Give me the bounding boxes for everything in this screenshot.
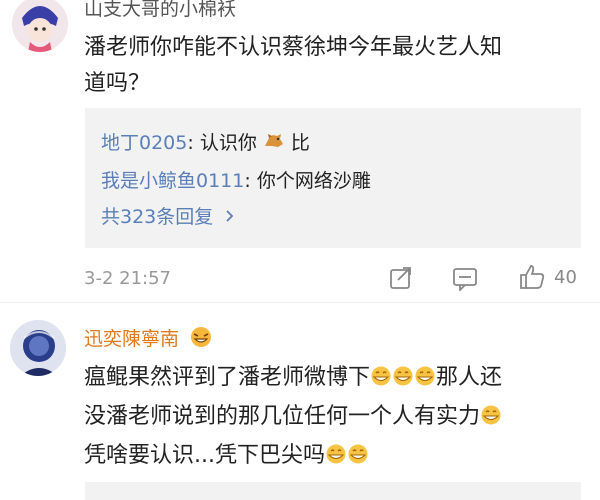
username[interactable]: 迅奕陳寧南 — [84, 324, 213, 353]
more-replies-label: 共323条回复 — [101, 206, 214, 228]
thumbs-up-icon — [520, 265, 545, 289]
comment-time: 3-2 21:57 — [84, 268, 171, 289]
grin-emoji-icon — [189, 326, 213, 353]
comment-button[interactable] — [452, 265, 478, 295]
reply-username[interactable]: 地丁0205 — [101, 132, 187, 154]
reply-text: 比 — [290, 132, 310, 154]
comment-text-segment: 瘟鲲果然评到了潘老师微博下 — [84, 365, 371, 390]
avatar[interactable] — [12, 0, 68, 52]
repost-button[interactable] — [388, 265, 414, 295]
grin-emoji-icon — [392, 363, 414, 399]
comment-text-segment: 那人还 — [436, 365, 503, 390]
reply-text: 认识你 — [199, 132, 257, 154]
share-icon — [390, 267, 411, 289]
comment-icon — [453, 268, 477, 293]
chevron-right-icon — [225, 206, 235, 228]
reply-colon: : — [244, 170, 257, 192]
username-label: 迅奕陳寧南 — [84, 328, 180, 350]
comment-text-segment: 凭啥要认识...凭下巴尖吗 — [84, 443, 325, 468]
comment-text-line: 瘟鲲果然评到了潘老师微博下 那人还 — [84, 360, 594, 399]
grin-emoji-icon — [347, 441, 369, 477]
reply-colon: : — [187, 132, 200, 154]
horse-emoji-icon — [263, 132, 285, 157]
reply-text: 你个网络沙雕 — [256, 170, 371, 192]
comment-text-segment: 没潘老师说到的那几位任何一个人有实力 — [84, 404, 481, 429]
comment-text: 潘老师你咋能不认识蔡徐坤今年最火艺人知 道吗？ — [84, 30, 584, 102]
comment-text-line: 凭啥要认识...凭下巴尖吗 — [84, 438, 594, 477]
divider — [0, 302, 600, 303]
comment-item: 迅奕陳寧南 瘟鲲果然评到了潘老师微博下 那人还 没潘老师说到的那几位任何一个人有实… — [0, 310, 600, 500]
comment-text-line: 没潘老师说到的那几位任何一个人有实力 — [84, 399, 594, 438]
reply-box-partial[interactable] — [85, 482, 581, 500]
reply-item: 我是小鲸鱼0111: 你个网络沙雕 — [101, 166, 371, 193]
replies-box[interactable]: 地丁0205: 认识你 比 我是小鲸鱼0111: 你个网络沙雕 共323条回复 — [85, 108, 581, 248]
reply-username[interactable]: 我是小鲸鱼0111 — [101, 170, 244, 192]
like-count: 40 — [554, 266, 577, 288]
more-replies-link[interactable]: 共323条回复 — [101, 202, 235, 229]
grin-emoji-icon — [370, 363, 392, 399]
comment-text: 瘟鲲果然评到了潘老师微博下 那人还 没潘老师说到的那几位任何一个人有实力 凭啥要认… — [84, 360, 594, 477]
grin-emoji-icon — [325, 441, 347, 477]
reply-item: 地丁0205: 认识你 比 — [101, 128, 310, 157]
comment-text-line: 潘老师你咋能不认识蔡徐坤今年最火艺人知 — [84, 35, 503, 60]
like-button[interactable]: 40 — [518, 263, 577, 291]
avatar[interactable] — [10, 320, 66, 376]
comment-item: 山支大哥的小棉袄 潘老师你咋能不认识蔡徐坤今年最火艺人知 道吗？ 地丁0205:… — [0, 0, 600, 300]
grin-emoji-icon — [414, 363, 436, 399]
username[interactable]: 山支大哥的小棉袄 — [84, 0, 236, 21]
comment-text-line: 道吗？ — [84, 71, 151, 96]
grin-emoji-icon — [480, 402, 502, 438]
